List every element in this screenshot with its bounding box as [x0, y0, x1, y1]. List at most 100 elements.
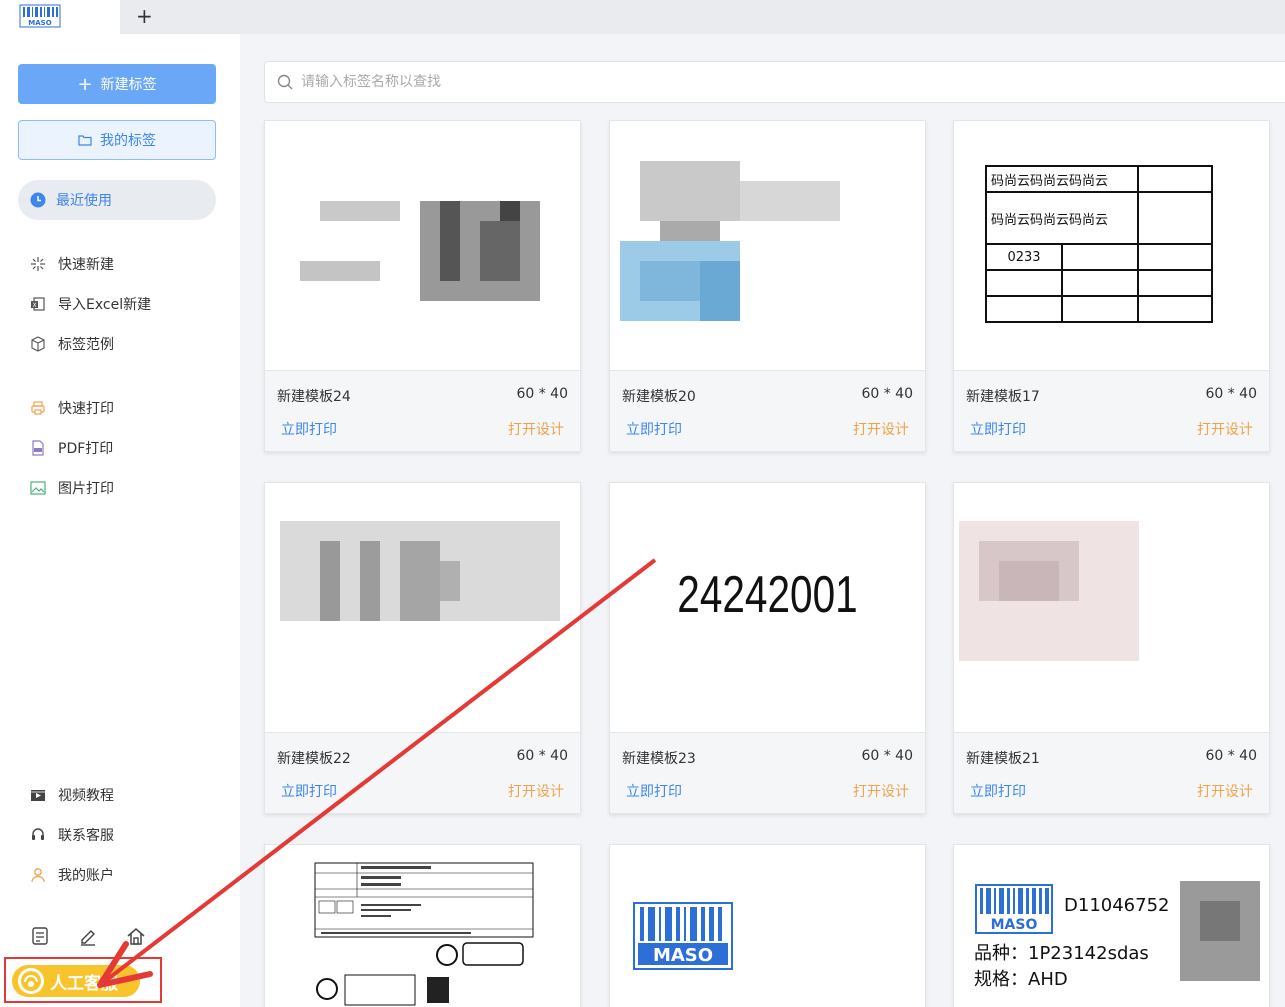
template-name: 新建模板24: [277, 389, 351, 405]
print-now-link[interactable]: 立即打印: [626, 781, 682, 801]
template-card[interactable]: 新建模板20 60 * 40 立即打印 打开设计: [609, 120, 926, 452]
menu-label: 我的账户: [58, 868, 114, 884]
table-cell: 码尚云码尚云码尚云: [985, 165, 1139, 193]
template-preview[interactable]: MASO: [610, 845, 925, 1007]
template-name: 新建模板20: [622, 389, 696, 405]
plus-icon: +: [136, 4, 153, 28]
open-design-link[interactable]: 打开设计: [508, 419, 564, 439]
home-icon[interactable]: [126, 926, 146, 946]
sparkle-icon: [31, 257, 45, 271]
open-design-link[interactable]: 打开设计: [508, 781, 564, 801]
print-now-link[interactable]: 立即打印: [626, 419, 682, 439]
service-highlight: 人工客服: [4, 957, 162, 1003]
menu-image-print[interactable]: 图片打印: [30, 476, 114, 500]
print-now-link[interactable]: 立即打印: [970, 419, 1026, 439]
table-cell: 0233: [985, 243, 1063, 271]
template-size: 60 * 40: [861, 386, 913, 402]
label-table-preview: 码尚云码尚云码尚云 码尚云码尚云码尚云 0233: [985, 165, 1213, 323]
menu-label-examples[interactable]: 标签范例: [30, 332, 114, 356]
template-name: 新建模板22: [277, 751, 351, 767]
menu-label: 联系客服: [58, 828, 114, 844]
template-preview[interactable]: [265, 845, 580, 1007]
open-design-link[interactable]: 打开设计: [853, 419, 909, 439]
template-preview[interactable]: MASO D11046752 品种：1P23142sdas 规格：AHD: [954, 845, 1269, 1007]
template-preview[interactable]: 24242001: [610, 483, 925, 733]
headset-icon: [32, 828, 44, 840]
video-icon: [31, 790, 45, 801]
template-preview[interactable]: [265, 121, 580, 371]
folder-icon: [78, 135, 92, 146]
maso-logo-preview: MASO: [975, 884, 1053, 934]
excel-icon: X: [31, 297, 45, 311]
print-now-link[interactable]: 立即打印: [281, 419, 337, 439]
template-preview[interactable]: [610, 121, 925, 371]
template-size: 60 * 40: [1205, 748, 1257, 764]
menu-label: 快速打印: [58, 401, 114, 417]
preview-code: D11046752: [1064, 895, 1170, 916]
template-name: 新建模板17: [966, 389, 1040, 405]
new-tab-button[interactable]: +: [136, 4, 153, 28]
print-now-link[interactable]: 立即打印: [281, 781, 337, 801]
menu-label: 视频教程: [58, 788, 114, 804]
menu-label: 图片打印: [58, 481, 114, 497]
menu-quick-print[interactable]: 快速打印: [30, 396, 114, 420]
recent-text: 最近使用: [56, 193, 112, 209]
menu-label: PDF打印: [58, 441, 114, 457]
box-icon: [31, 336, 45, 352]
template-card[interactable]: 码尚云码尚云码尚云 码尚云码尚云码尚云 0233 新建模板17 60 * 40 …: [953, 120, 1270, 452]
menu-contact-service[interactable]: 联系客服: [30, 823, 114, 847]
my-labels-text: 我的标签: [100, 133, 156, 149]
template-card[interactable]: MASO D11046752 品种：1P23142sdas 规格：AHD: [953, 844, 1270, 1007]
menu-quick-new[interactable]: 快速新建: [30, 252, 114, 276]
human-service-button[interactable]: 人工客服: [12, 965, 140, 997]
menu-label: 导入Excel新建: [58, 297, 152, 313]
template-card[interactable]: 24242001 新建模板23 60 * 40 立即打印 打开设计: [609, 482, 926, 814]
service-avatar-icon: [18, 968, 44, 994]
title-bar: MASO +: [0, 0, 1285, 34]
template-card[interactable]: 新建模板22 60 * 40 立即打印 打开设计: [264, 482, 581, 814]
template-name: 新建模板23: [622, 751, 696, 767]
search-input[interactable]: [301, 74, 901, 90]
menu-video-tutorial[interactable]: 视频教程: [30, 783, 114, 807]
template-name: 新建模板21: [966, 751, 1040, 767]
template-card[interactable]: 新建模板21 60 * 40 立即打印 打开设计: [953, 482, 1270, 814]
menu-my-account[interactable]: 我的账户: [30, 863, 114, 887]
pdf-icon: [32, 440, 44, 456]
preview-spec: 规格：AHD: [974, 969, 1068, 990]
menu-pdf-print[interactable]: PDF打印: [30, 436, 113, 460]
my-labels-button[interactable]: 我的标签: [18, 120, 216, 160]
open-design-link[interactable]: 打开设计: [1197, 419, 1253, 439]
edit-icon[interactable]: [78, 926, 98, 946]
label-form-preview: [314, 862, 534, 1006]
new-label-button[interactable]: + 新建标签: [18, 64, 216, 104]
template-size: 60 * 40: [1205, 386, 1257, 402]
print-now-link[interactable]: 立即打印: [970, 781, 1026, 801]
plus-icon: +: [77, 73, 93, 95]
template-card[interactable]: [264, 844, 581, 1007]
menu-label: 标签范例: [58, 337, 114, 353]
template-size: 60 * 40: [516, 386, 568, 402]
svg-text:MASO: MASO: [653, 945, 713, 966]
app-tab[interactable]: MASO: [0, 0, 120, 34]
notes-icon[interactable]: [30, 926, 50, 946]
template-card[interactable]: MASO: [609, 844, 926, 1007]
maso-logo-preview: MASO: [633, 902, 733, 970]
menu-label: 快速新建: [58, 257, 114, 273]
image-icon: [30, 481, 46, 495]
template-card[interactable]: 新建模板24 60 * 40 立即打印 打开设计: [264, 120, 581, 452]
table-cell: 码尚云码尚云码尚云: [985, 191, 1139, 245]
sidebar: + 新建标签 我的标签 最近使用 快速新建 X 导入Excel新建 标签范例 快…: [0, 34, 240, 1007]
open-design-link[interactable]: 打开设计: [853, 781, 909, 801]
template-preview[interactable]: 码尚云码尚云码尚云 码尚云码尚云码尚云 0233: [954, 121, 1269, 371]
template-preview[interactable]: [954, 483, 1269, 733]
template-size: 60 * 40: [516, 748, 568, 764]
new-label-text: 新建标签: [100, 77, 157, 93]
service-label: 人工客服: [50, 973, 118, 994]
search-bar[interactable]: [264, 61, 1285, 103]
recent-button[interactable]: 最近使用: [18, 180, 216, 220]
menu-import-excel[interactable]: X 导入Excel新建: [30, 292, 151, 316]
template-preview[interactable]: [265, 483, 580, 733]
svg-text:MASO: MASO: [991, 917, 1038, 933]
open-design-link[interactable]: 打开设计: [1197, 781, 1253, 801]
printer-icon: [31, 401, 45, 415]
